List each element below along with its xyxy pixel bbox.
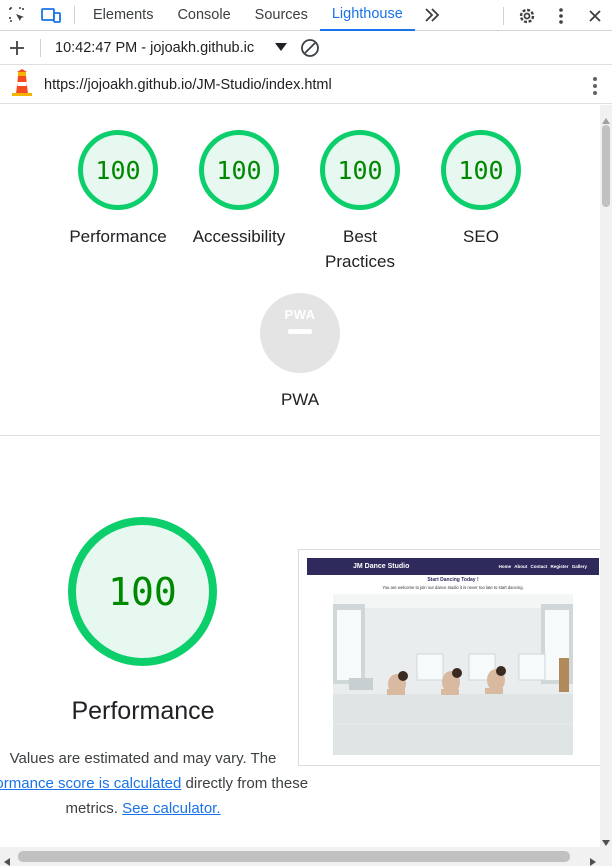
- vertical-scrollbar[interactable]: [600, 105, 612, 847]
- gauge-performance-score: 100: [78, 130, 158, 210]
- performance-score-link[interactable]: erformance score is calculated: [0, 775, 181, 792]
- site-intro-text: You are welcome to join our dance studio…: [382, 585, 524, 590]
- report-url: https://jojoakh.github.io/JM-Studio/inde…: [44, 76, 332, 93]
- tab-lighthouse[interactable]: Lighthouse: [319, 0, 415, 31]
- horizontal-scrollbar[interactable]: [0, 847, 612, 866]
- tab-sources[interactable]: Sources: [243, 0, 320, 31]
- pwa-dash-icon: [288, 329, 312, 334]
- gauge-performance-label: Performance: [69, 227, 167, 246]
- performance-score-gauge: 100: [68, 517, 217, 666]
- site-heading: Start Dancing Today !: [427, 577, 479, 583]
- dance-studio-photo: [333, 594, 573, 755]
- final-screenshot[interactable]: JM Dance Studio Home About Contact Regis…: [298, 549, 600, 766]
- report-content: 100 Performance 100 Accessibility 100 Be…: [0, 105, 600, 847]
- toolbar-separator: [503, 6, 504, 25]
- performance-description: Values are estimated and may vary. The e…: [0, 746, 316, 821]
- new-report-plus-icon[interactable]: [0, 33, 34, 64]
- pwa-logo-icon: PWA: [284, 307, 316, 322]
- see-calculator-link[interactable]: See calculator.: [122, 800, 220, 817]
- performance-title: Performance: [71, 697, 215, 725]
- more-tabs-icon[interactable]: [415, 0, 449, 31]
- toolbar-separator: [74, 6, 75, 24]
- more-options-icon[interactable]: [544, 0, 578, 31]
- section-divider: [0, 435, 600, 436]
- toolbar-separator: [40, 39, 41, 57]
- gauge-seo-label: SEO: [463, 227, 499, 246]
- gauge-accessibility-label: Accessibility: [192, 227, 286, 246]
- site-brand: JM Dance Studio: [353, 563, 410, 570]
- gauge-pwa-label: PWA: [280, 390, 320, 409]
- close-devtools-icon[interactable]: [578, 0, 612, 31]
- inspect-element-icon[interactable]: [0, 0, 34, 31]
- vertical-scroll-thumb[interactable]: [602, 125, 610, 207]
- pwa-badge: PWA: [260, 293, 340, 373]
- clear-block-icon[interactable]: [293, 33, 327, 64]
- gauge-best-practices[interactable]: 100 Best Practices: [300, 130, 420, 274]
- horizontal-scroll-thumb[interactable]: [18, 851, 570, 862]
- gauge-best-practices-score: 100: [320, 130, 400, 210]
- lighthouse-logo-icon: [10, 68, 34, 101]
- chevron-down-icon[interactable]: [275, 39, 287, 57]
- report-selector-label: 10:42:47 PM - jojoakh.github.ic: [55, 40, 255, 56]
- scroll-left-arrow-icon[interactable]: [4, 853, 10, 866]
- site-nav-links: Home About Contact Register Gallery: [498, 564, 587, 569]
- performance-desc-text: Values are estimated and may vary. The: [9, 750, 277, 767]
- tabbar-right-controls: [497, 0, 612, 31]
- gauge-accessibility[interactable]: 100 Accessibility: [179, 130, 299, 249]
- lighthouse-toolbar: 10:42:47 PM - jojoakh.github.ic: [0, 32, 612, 65]
- gauge-seo-score: 100: [441, 130, 521, 210]
- report-url-bar: https://jojoakh.github.io/JM-Studio/inde…: [0, 66, 612, 104]
- gauge-accessibility-score: 100: [199, 130, 279, 210]
- gauge-best-practices-label: Best Practices: [325, 227, 395, 271]
- gauge-performance[interactable]: 100 Performance: [58, 130, 178, 249]
- scroll-right-arrow-icon[interactable]: [590, 853, 596, 866]
- tab-elements[interactable]: Elements: [81, 0, 165, 31]
- report-menu-icon[interactable]: [592, 76, 598, 101]
- device-toolbar-icon[interactable]: [34, 0, 68, 31]
- settings-gear-icon[interactable]: [510, 0, 544, 31]
- tab-console[interactable]: Console: [165, 0, 242, 31]
- devtools-tabbar: Elements Console Sources Lighthouse: [0, 0, 612, 31]
- gauge-pwa[interactable]: PWA PWA: [240, 293, 360, 412]
- report-selector[interactable]: 10:42:47 PM - jojoakh.github.ic: [55, 40, 273, 56]
- gauge-seo[interactable]: 100 SEO: [421, 130, 541, 249]
- site-navbar: JM Dance Studio Home About Contact Regis…: [307, 558, 599, 575]
